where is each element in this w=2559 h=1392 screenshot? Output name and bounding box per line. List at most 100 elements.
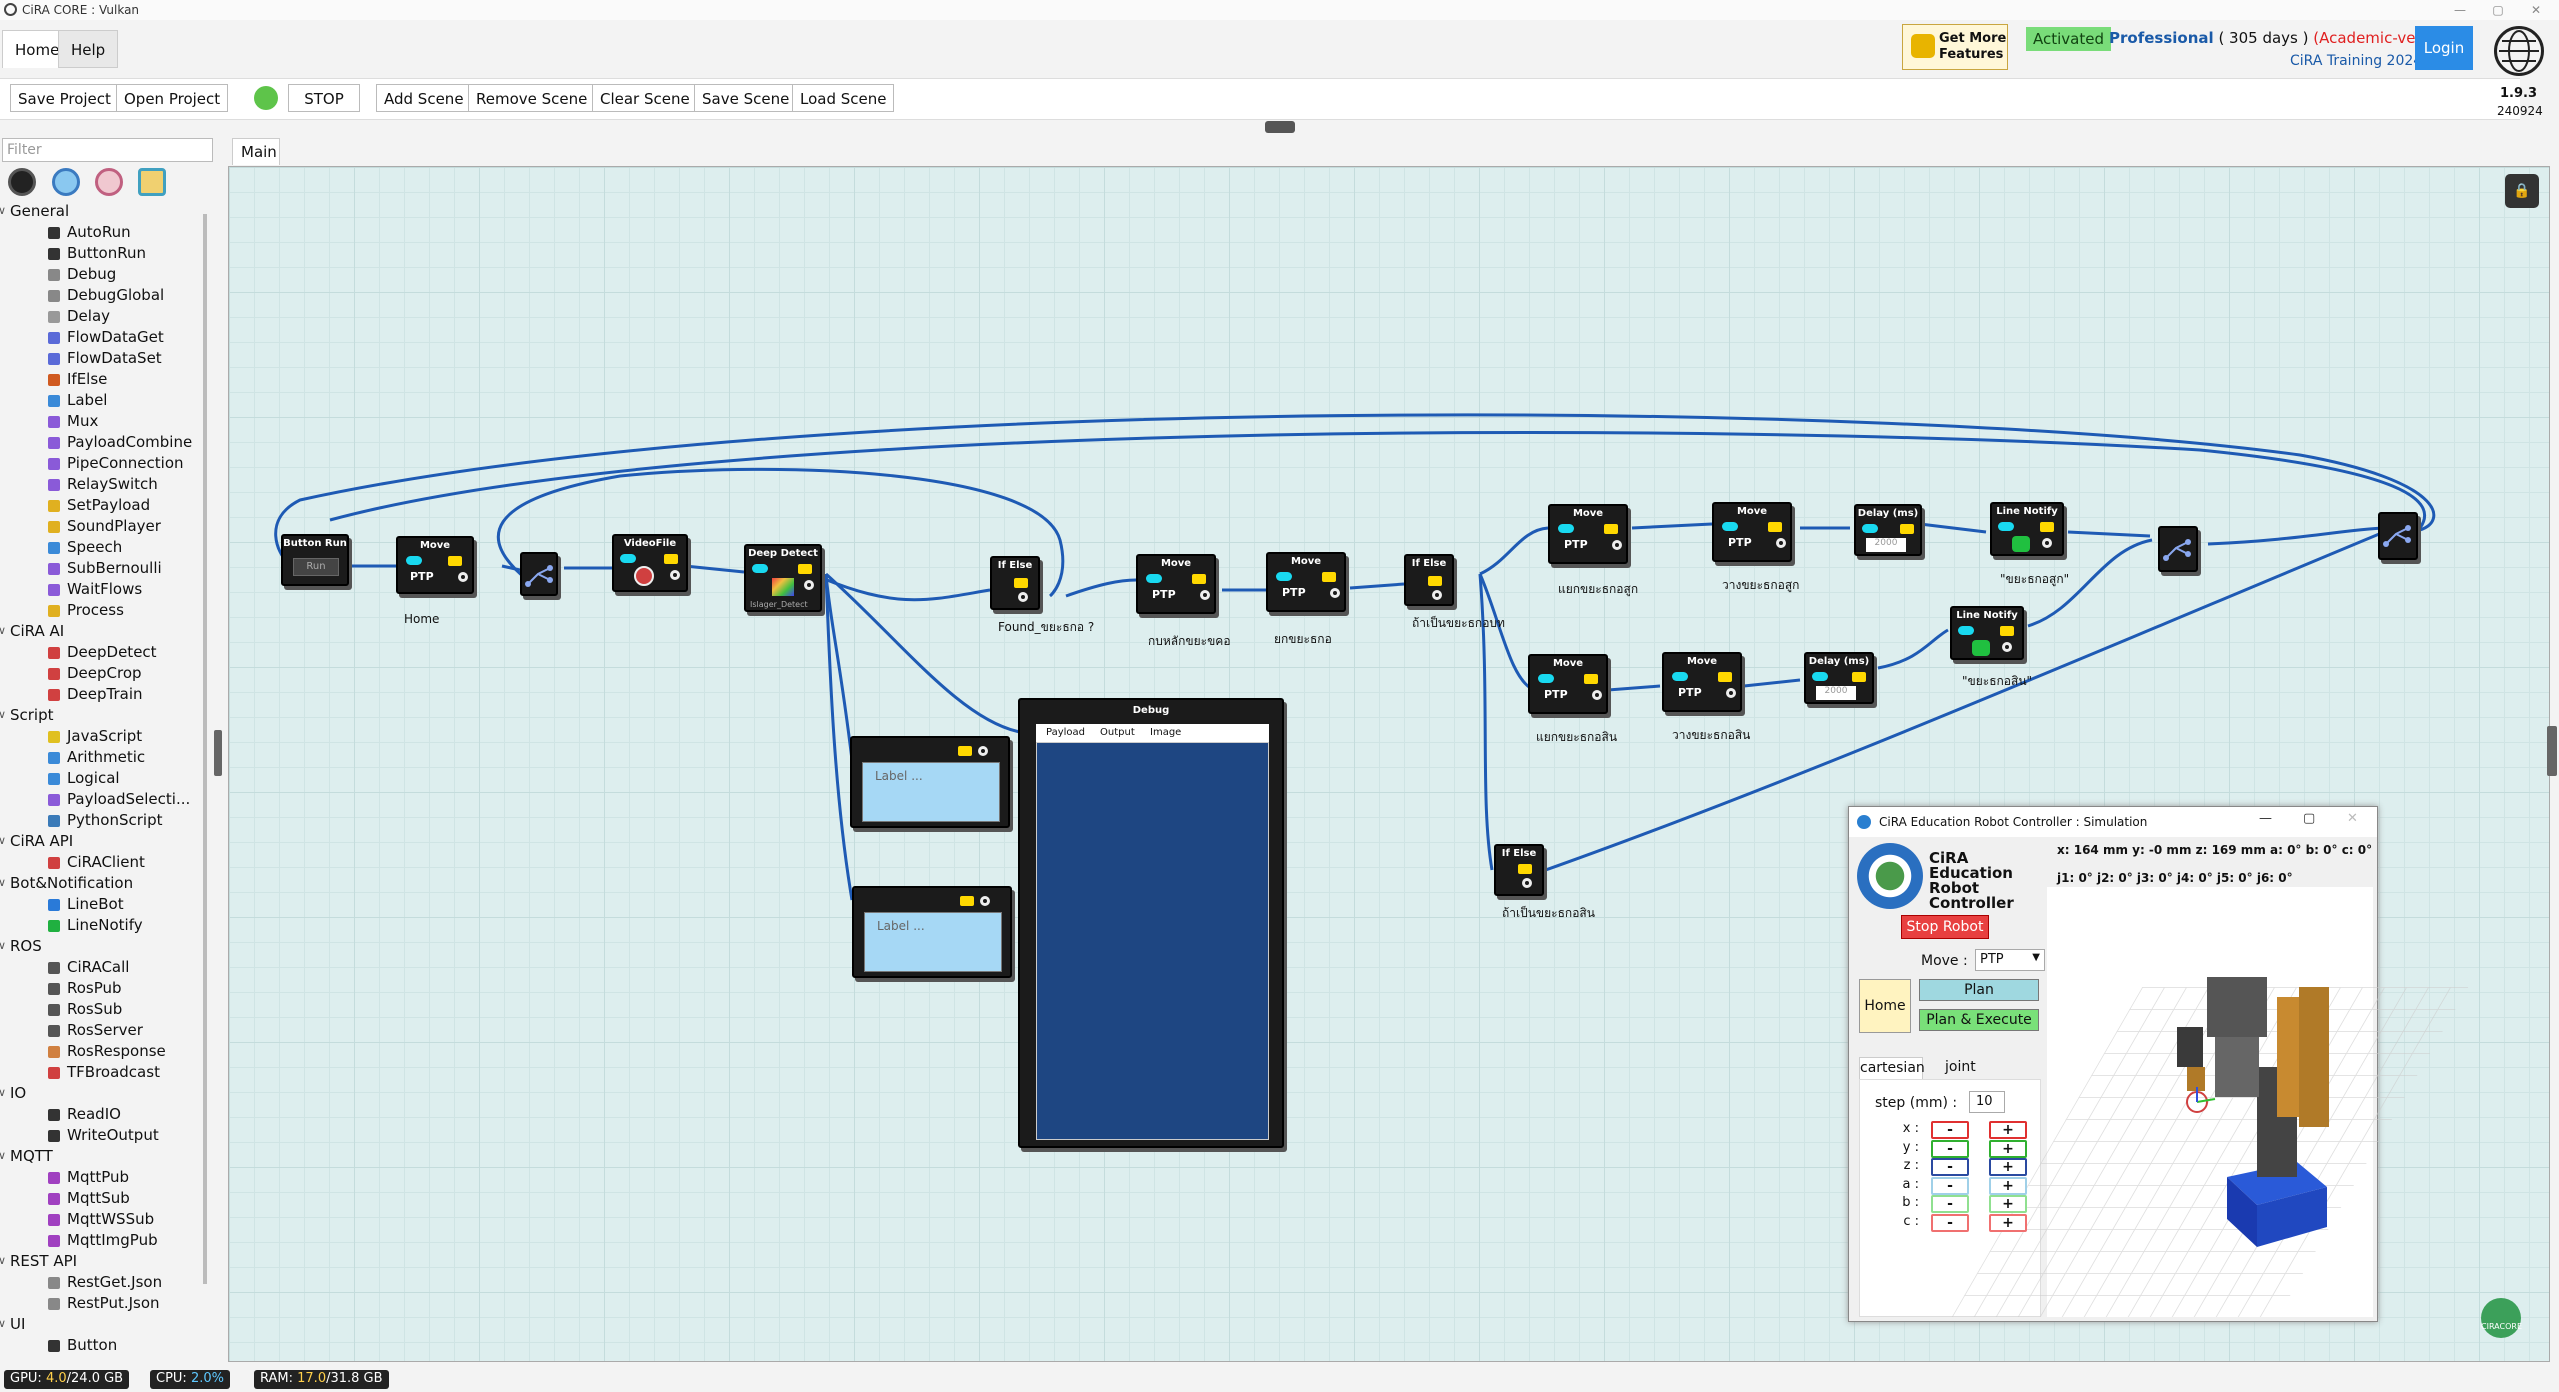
axis-plus-button[interactable]: +: [1989, 1139, 2027, 1158]
gear-icon[interactable]: [978, 746, 988, 756]
robot-3d-view[interactable]: [1951, 887, 2469, 1317]
plan-execute-button[interactable]: Plan & Execute: [1919, 1009, 2039, 1031]
tab-cartesian[interactable]: cartesian: [1859, 1057, 1925, 1079]
move-type-select[interactable]: PTP ▼: [1975, 949, 2045, 971]
toggle[interactable]: [1672, 672, 1688, 681]
axis-plus-button[interactable]: +: [1989, 1121, 2027, 1139]
toggle[interactable]: [1862, 524, 1878, 533]
gear-icon[interactable]: [804, 580, 814, 590]
toggle[interactable]: [1146, 574, 1162, 583]
toggle[interactable]: [1998, 522, 2014, 531]
gear-icon[interactable]: [2002, 642, 2012, 652]
node-mux[interactable]: [520, 552, 558, 596]
axis-minus-button[interactable]: -: [1931, 1195, 1969, 1213]
axis-plus-button[interactable]: +: [1989, 1195, 2027, 1213]
toggle[interactable]: [1558, 524, 1574, 533]
node-delay-a[interactable]: Delay (ms) 2000: [1854, 504, 1922, 556]
node-mux-a[interactable]: [2158, 526, 2198, 572]
cpu-label: CPU:: [156, 1371, 187, 1386]
gear-icon[interactable]: [980, 896, 990, 906]
stop-robot-button[interactable]: Stop Robot: [1901, 915, 1989, 939]
axis-minus-button[interactable]: -: [1931, 1139, 1969, 1158]
home-button[interactable]: Home: [1859, 979, 1911, 1033]
node-move-a1[interactable]: Move PTP: [1548, 504, 1628, 564]
gear-icon[interactable]: [2042, 538, 2052, 548]
status-square: [448, 556, 462, 566]
node-line-notify-b[interactable]: Line Notify: [1950, 606, 2024, 660]
wire: [1631, 522, 1713, 530]
toggle[interactable]: [620, 554, 636, 563]
axis-minus-button[interactable]: -: [1931, 1121, 1969, 1139]
node-debug[interactable]: Debug Payload Output Image: [1018, 698, 1284, 1148]
node-move-home[interactable]: Move PTP: [396, 536, 474, 594]
close-icon[interactable]: ✕: [2347, 811, 2358, 826]
node-deep-detect[interactable]: Deep Detect Islager_Detect: [744, 544, 822, 612]
axis-minus-button[interactable]: -: [1931, 1158, 1969, 1176]
toggle[interactable]: [406, 556, 422, 565]
node-label-1[interactable]: Label ...: [850, 736, 1010, 828]
node-move-lift[interactable]: Move PTP: [1266, 552, 1346, 612]
axis-label: y :: [1902, 1139, 1919, 1155]
node-ifelse-1[interactable]: If Else: [1404, 554, 1454, 606]
node-move-b2[interactable]: Move PTP: [1662, 652, 1742, 712]
status-square: [798, 564, 812, 574]
axis-plus-button[interactable]: +: [1989, 1213, 2027, 1232]
debug-tab-image[interactable]: Image: [1150, 727, 1181, 738]
gear-icon[interactable]: [1200, 590, 1210, 600]
node-delay-b[interactable]: Delay (ms) 2000: [1804, 652, 1874, 704]
status-square: [960, 896, 974, 906]
gear-icon[interactable]: [1522, 878, 1532, 888]
delay-input[interactable]: 2000: [1866, 538, 1906, 552]
line-icon: [1972, 640, 1990, 656]
node-line-notify-a[interactable]: Line Notify: [1990, 502, 2064, 556]
node-move-b1[interactable]: Move PTP: [1528, 654, 1608, 714]
axis-minus-button[interactable]: -: [1931, 1176, 1969, 1195]
ptp-label: PTP: [1544, 688, 1568, 701]
gear-icon[interactable]: [1612, 540, 1622, 550]
gear-icon[interactable]: [1592, 690, 1602, 700]
gear-icon[interactable]: [1726, 688, 1736, 698]
node-move-a2[interactable]: Move PTP: [1712, 502, 1792, 562]
toggle[interactable]: [1958, 626, 1974, 635]
node-button-run[interactable]: Button Run Run: [281, 534, 349, 586]
gear-icon[interactable]: [1432, 590, 1442, 600]
wire: [821, 576, 991, 602]
ptp-label: PTP: [1564, 538, 1588, 551]
toggle[interactable]: [1812, 672, 1828, 681]
debug-tab-payload[interactable]: Payload: [1046, 727, 1085, 738]
ciracore-badge[interactable]: CIRACORE: [2481, 1298, 2522, 1338]
axis-plus-button[interactable]: +: [1989, 1158, 2027, 1176]
node-label-line-a: "ขยะธกอสูก": [2000, 572, 2070, 586]
delay-input[interactable]: 2000: [1816, 686, 1856, 700]
node-run-button[interactable]: Run: [293, 558, 339, 576]
maximize-icon[interactable]: ▢: [2303, 811, 2315, 826]
gear-icon[interactable]: [1776, 538, 1786, 548]
gear-icon[interactable]: [1330, 588, 1340, 598]
plan-button[interactable]: Plan: [1919, 979, 2039, 1001]
debug-tab-output[interactable]: Output: [1100, 727, 1135, 738]
status-square: [1192, 574, 1206, 584]
toggle[interactable]: [1276, 572, 1292, 581]
robot-window-titlebar: CiRA Education Robot Controller : Simula…: [1849, 807, 2377, 837]
joint-readout: j1: 0° j2: 0° j3: 0° j4: 0° j5: 0° j6: 0…: [2057, 871, 2293, 885]
node-video-file[interactable]: VideoFile: [612, 534, 688, 592]
node-ifelse-2[interactable]: If Else: [1494, 844, 1544, 896]
step-spinbox[interactable]: 10: [1969, 1091, 2005, 1113]
minimize-icon[interactable]: —: [2259, 811, 2272, 826]
node-label-b1: แยกขยะธกอสิน: [1536, 730, 1618, 744]
gpu-status: GPU: 4.0/24.0 GB: [4, 1370, 130, 1389]
node-mux-end[interactable]: [2378, 512, 2418, 560]
axis-minus-button[interactable]: -: [1931, 1213, 1969, 1232]
node-ifelse-found[interactable]: If Else: [990, 556, 1040, 610]
axis-plus-button[interactable]: +: [1989, 1176, 2027, 1195]
node-move-pickup[interactable]: Move PTP: [1136, 554, 1216, 614]
gear-icon[interactable]: [670, 570, 680, 580]
toggle[interactable]: [752, 564, 768, 573]
toggle[interactable]: [1538, 674, 1554, 683]
toggle[interactable]: [1722, 522, 1738, 531]
node-label-2[interactable]: Label ...: [852, 886, 1012, 978]
status-square: [1322, 572, 1336, 582]
gear-icon[interactable]: [458, 572, 468, 582]
gear-icon[interactable]: [1018, 592, 1028, 602]
tab-joint[interactable]: joint: [1945, 1059, 1976, 1075]
